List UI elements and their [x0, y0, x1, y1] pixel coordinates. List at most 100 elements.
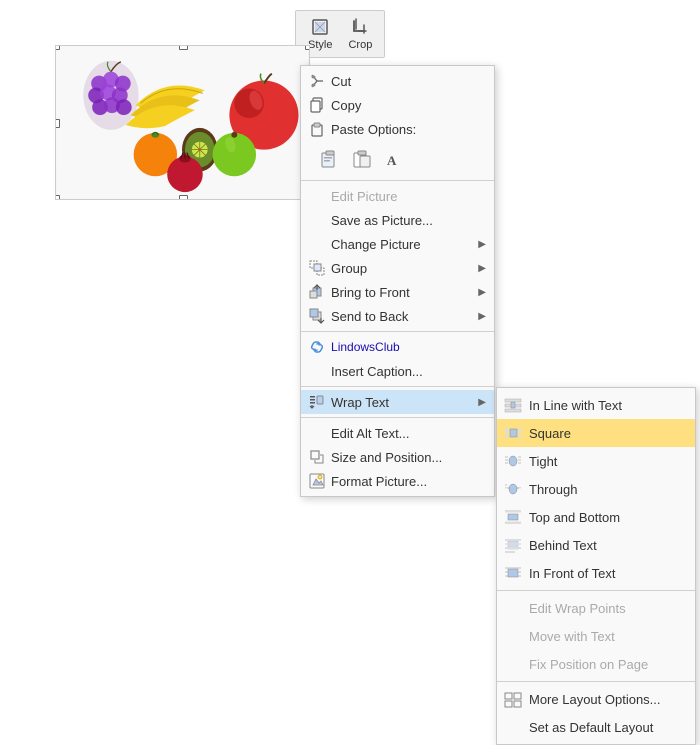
submenu-item-square[interactable]: Square: [497, 419, 695, 447]
format-picture-label: Format Picture...: [331, 474, 427, 489]
paste-icon: [307, 121, 327, 137]
size-position-icon: [307, 449, 327, 465]
set-default-icon: [503, 717, 523, 737]
handle-bc[interactable]: [179, 195, 188, 200]
submenu-separator-1: [497, 590, 695, 591]
menu-item-edit-alt-text[interactable]: Edit Alt Text...: [301, 421, 494, 445]
handle-bl[interactable]: [55, 195, 60, 200]
image-placeholder: [55, 45, 310, 200]
submenu-item-more-layout[interactable]: More Layout Options...: [497, 685, 695, 713]
link-icon: [307, 339, 327, 355]
edit-alt-text-label: Edit Alt Text...: [331, 426, 410, 441]
handle-tc[interactable]: [179, 45, 188, 50]
send-back-icon: [307, 308, 327, 324]
wrap-text-label: Wrap Text: [331, 395, 389, 410]
handle-tr[interactable]: [305, 45, 310, 50]
paste-options-row: A: [301, 141, 494, 177]
menu-item-link[interactable]: LindowsClub: [301, 335, 494, 359]
menu-item-send-to-back[interactable]: Send to Back ▶: [301, 304, 494, 328]
wrap-text-icon: [307, 394, 327, 410]
edit-picture-icon: [307, 188, 327, 204]
send-back-label: Send to Back: [331, 309, 408, 324]
top-bottom-icon: [503, 507, 523, 527]
paste-text-only-btn[interactable]: A: [381, 145, 409, 173]
move-with-label: Move with Text: [529, 629, 615, 644]
caption-icon: [307, 363, 327, 379]
copy-label: Copy: [331, 98, 361, 113]
square-label: Square: [529, 426, 571, 441]
fix-position-icon: [503, 654, 523, 674]
save-picture-icon: [307, 212, 327, 228]
link-text-content: indowsClub: [338, 340, 400, 354]
through-label: Through: [529, 482, 577, 497]
menu-item-copy[interactable]: Copy: [301, 93, 494, 117]
scissors-icon: [307, 73, 327, 89]
insert-caption-label: Insert Caption...: [331, 364, 423, 379]
submenu-item-inline[interactable]: In Line with Text: [497, 391, 695, 419]
menu-item-paste-options-label: Paste Options:: [301, 117, 494, 141]
paste-options-label: Paste Options:: [331, 122, 416, 137]
set-default-label: Set as Default Layout: [529, 720, 653, 735]
submenu-item-set-default[interactable]: Set as Default Layout: [497, 713, 695, 741]
menu-item-change-picture[interactable]: Change Picture ▶: [301, 232, 494, 256]
paste-keep-source-btn[interactable]: [317, 145, 345, 173]
submenu-item-tight[interactable]: Tight: [497, 447, 695, 475]
menu-item-group[interactable]: Group ▶: [301, 256, 494, 280]
menu-item-insert-caption[interactable]: Insert Caption...: [301, 359, 494, 383]
format-picture-icon: [307, 473, 327, 489]
group-icon: [307, 260, 327, 276]
change-picture-icon: [307, 236, 327, 252]
separator-4: [301, 417, 494, 418]
link-label: LindowsClub: [331, 340, 400, 354]
move-with-icon: [503, 626, 523, 646]
through-icon: [503, 479, 523, 499]
handle-ml[interactable]: [55, 119, 60, 128]
cut-label: Cut: [331, 74, 351, 89]
inline-icon: [503, 395, 523, 415]
menu-item-edit-picture: Edit Picture: [301, 184, 494, 208]
change-picture-label: Change Picture: [331, 237, 421, 252]
separator-3: [301, 386, 494, 387]
edit-wrap-label: Edit Wrap Points: [529, 601, 626, 616]
handle-tl[interactable]: [55, 45, 60, 50]
bring-front-label: Bring to Front: [331, 285, 410, 300]
submenu-item-top-bottom[interactable]: Top and Bottom: [497, 503, 695, 531]
menu-item-save-as-picture[interactable]: Save as Picture...: [301, 208, 494, 232]
save-picture-label: Save as Picture...: [331, 213, 433, 228]
separator-2: [301, 331, 494, 332]
svg-text:A: A: [387, 153, 397, 168]
top-bottom-label: Top and Bottom: [529, 510, 620, 525]
size-position-label: Size and Position...: [331, 450, 442, 465]
menu-item-bring-to-front[interactable]: Bring to Front ▶: [301, 280, 494, 304]
submenu-item-through[interactable]: Through: [497, 475, 695, 503]
style-label: Style: [308, 39, 332, 51]
submenu-item-move-with-text: Move with Text: [497, 622, 695, 650]
bring-front-arrow: ▶: [478, 287, 486, 298]
menu-item-wrap-text[interactable]: Wrap Text ▶ In Line with Text Square: [301, 390, 494, 414]
copy-icon: [307, 97, 327, 113]
menu-item-cut[interactable]: Cut: [301, 69, 494, 93]
more-layout-icon: [503, 689, 523, 709]
fix-position-label: Fix Position on Page: [529, 657, 648, 672]
tight-icon: [503, 451, 523, 471]
edit-picture-label: Edit Picture: [331, 189, 397, 204]
change-picture-arrow: ▶: [478, 239, 486, 250]
more-layout-label: More Layout Options...: [529, 692, 661, 707]
crop-button[interactable]: Crop: [344, 15, 376, 53]
alt-text-icon: [307, 425, 327, 441]
front-text-icon: [503, 563, 523, 583]
behind-text-label: Behind Text: [529, 538, 597, 553]
submenu-item-edit-wrap-points: Edit Wrap Points: [497, 594, 695, 622]
crop-label: Crop: [348, 39, 372, 51]
submenu-item-behind-text[interactable]: Behind Text: [497, 531, 695, 559]
menu-item-size-position[interactable]: Size and Position...: [301, 445, 494, 469]
submenu-item-fix-position: Fix Position on Page: [497, 650, 695, 678]
menu-item-format-picture[interactable]: Format Picture...: [301, 469, 494, 493]
submenu-item-front-text[interactable]: In Front of Text: [497, 559, 695, 587]
separator-1: [301, 180, 494, 181]
paste-merge-formatting-btn[interactable]: [349, 145, 377, 173]
edit-wrap-icon: [503, 598, 523, 618]
front-text-label: In Front of Text: [529, 566, 615, 581]
image-container: [55, 45, 310, 200]
send-back-arrow: ▶: [478, 311, 486, 322]
